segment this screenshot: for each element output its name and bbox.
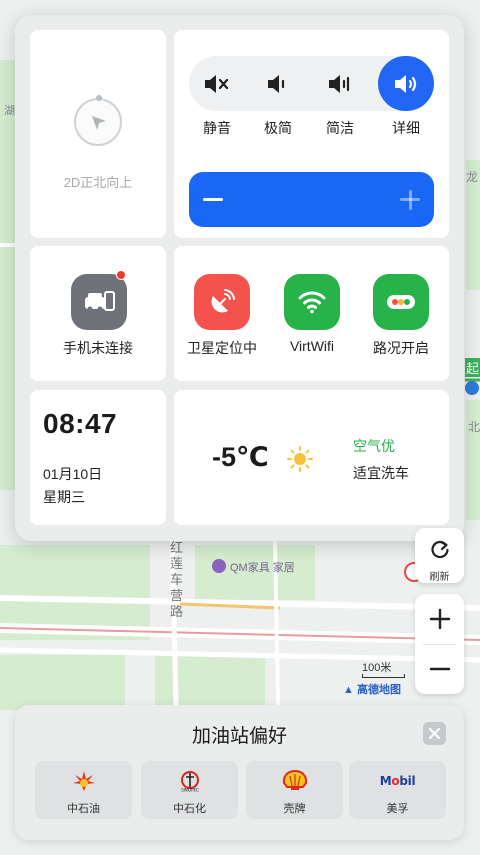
brand-sinopec-label: 中石化 bbox=[173, 803, 206, 815]
brand-petrochina[interactable]: 中石油 bbox=[35, 761, 132, 819]
sun-icon bbox=[287, 446, 313, 472]
satellite-status-label: 卫星定位中 bbox=[187, 340, 257, 356]
speaker-low-icon bbox=[268, 74, 285, 93]
voice-mode-concise-label: 简洁 bbox=[326, 120, 354, 136]
close-button[interactable] bbox=[423, 722, 446, 745]
fuel-preference-title: 加油站偏好 bbox=[191, 726, 287, 747]
speaker-high-icon bbox=[395, 74, 417, 93]
volume-down-icon[interactable] bbox=[203, 198, 223, 201]
volume-slider[interactable] bbox=[189, 172, 434, 227]
zoom-out-button[interactable] bbox=[415, 644, 464, 694]
compass-icon bbox=[74, 95, 122, 146]
voice-mode-detailed-label: 详细 bbox=[392, 120, 420, 136]
brand-petrochina-label: 中石油 bbox=[67, 803, 100, 815]
mobil-logo: Mobil bbox=[379, 774, 416, 788]
phone-car-icon bbox=[71, 274, 127, 330]
map-edge-label-2: 起 bbox=[465, 358, 480, 377]
clock-date: 01月10日 bbox=[43, 466, 103, 482]
shell-logo-icon bbox=[282, 770, 307, 790]
close-icon bbox=[429, 728, 440, 739]
petrochina-logo-icon bbox=[72, 771, 95, 791]
voice-volume-card: 静音 极简 简洁 详细 bbox=[174, 30, 449, 238]
amap-logo: ▲ 高德地图 bbox=[343, 684, 401, 696]
map-edge-label-3: 北 bbox=[468, 420, 480, 434]
brand-shell[interactable]: 壳牌 bbox=[246, 761, 343, 819]
clock-weekday: 星期三 bbox=[43, 489, 85, 505]
voice-mode-mute[interactable] bbox=[189, 56, 245, 111]
speaker-medium-icon bbox=[329, 74, 350, 93]
clock-time: 08:47 bbox=[43, 408, 118, 439]
voice-mode-minimal[interactable] bbox=[250, 56, 306, 111]
amap-arrow-icon: ▲ bbox=[343, 684, 354, 696]
phone-status-label: 手机未连接 bbox=[63, 340, 133, 356]
map-scale: 100米 bbox=[334, 660, 406, 678]
compass-label: 2D正北向上 bbox=[63, 175, 133, 190]
refresh-button[interactable]: 刷新 bbox=[415, 528, 464, 583]
zoom-in-button[interactable] bbox=[415, 594, 464, 644]
zoom-controls bbox=[415, 594, 464, 694]
brand-mobil-label: 美孚 bbox=[386, 803, 409, 815]
brand-mobil[interactable]: Mobil 美孚 bbox=[349, 761, 446, 819]
sinopec-logo-icon: SINOPEC bbox=[180, 771, 199, 793]
wifi-status-label: VirtWifi bbox=[289, 338, 335, 354]
wifi-icon[interactable] bbox=[284, 274, 340, 330]
refresh-label: 刷新 bbox=[429, 572, 450, 583]
voice-mode-detailed[interactable] bbox=[378, 56, 434, 111]
weather-card[interactable]: -5℃ 空气优 适宜洗车 bbox=[174, 390, 449, 525]
traffic-status-label: 路况开启 bbox=[373, 340, 429, 356]
compass-mode-card[interactable]: 2D正北向上 bbox=[30, 30, 166, 238]
fuel-preference-panel: 加油站偏好 中石油 SINOPEC 中石化 壳牌 Mobil 美孚 bbox=[15, 705, 464, 840]
voice-mode-mute-label: 静音 bbox=[203, 120, 231, 136]
traffic-icon[interactable] bbox=[373, 274, 429, 330]
plus-icon bbox=[429, 608, 450, 630]
weather-temperature: -5℃ bbox=[212, 442, 269, 472]
refresh-icon bbox=[430, 540, 449, 559]
notification-dot bbox=[116, 270, 126, 280]
status-card: 卫星定位中 VirtWifi 路况开启 bbox=[174, 246, 449, 381]
map-scale-label: 100米 bbox=[362, 662, 392, 674]
speaker-mute-icon bbox=[205, 74, 229, 93]
map-road-label: 红莲车营路 bbox=[170, 540, 184, 619]
svg-text:SINOPEC: SINOPEC bbox=[181, 788, 199, 793]
voice-mode-minimal-label: 极简 bbox=[264, 120, 292, 136]
voice-mode-concise[interactable] bbox=[312, 56, 368, 111]
minus-icon bbox=[429, 667, 450, 671]
map-poi-label[interactable]: QM家具 家居 bbox=[230, 559, 295, 575]
brand-sinopec[interactable]: SINOPEC 中石化 bbox=[141, 761, 238, 819]
phone-connection-card[interactable]: 手机未连接 bbox=[30, 246, 166, 381]
control-panel: 2D正北向上 静音 极简 简洁 详细 手机未连接 卫星定位中 VirtWifi … bbox=[15, 15, 464, 541]
map-edge-label-left: 湖 bbox=[4, 105, 15, 117]
brand-shell-label: 壳牌 bbox=[283, 803, 306, 815]
clock-card: 08:47 01月10日 星期三 bbox=[30, 390, 166, 525]
air-quality-label: 空气优 bbox=[353, 438, 395, 454]
car-wash-label: 适宜洗车 bbox=[353, 465, 409, 481]
map-edge-label-1: 龙 bbox=[466, 170, 479, 184]
satellite-icon[interactable] bbox=[194, 274, 250, 330]
